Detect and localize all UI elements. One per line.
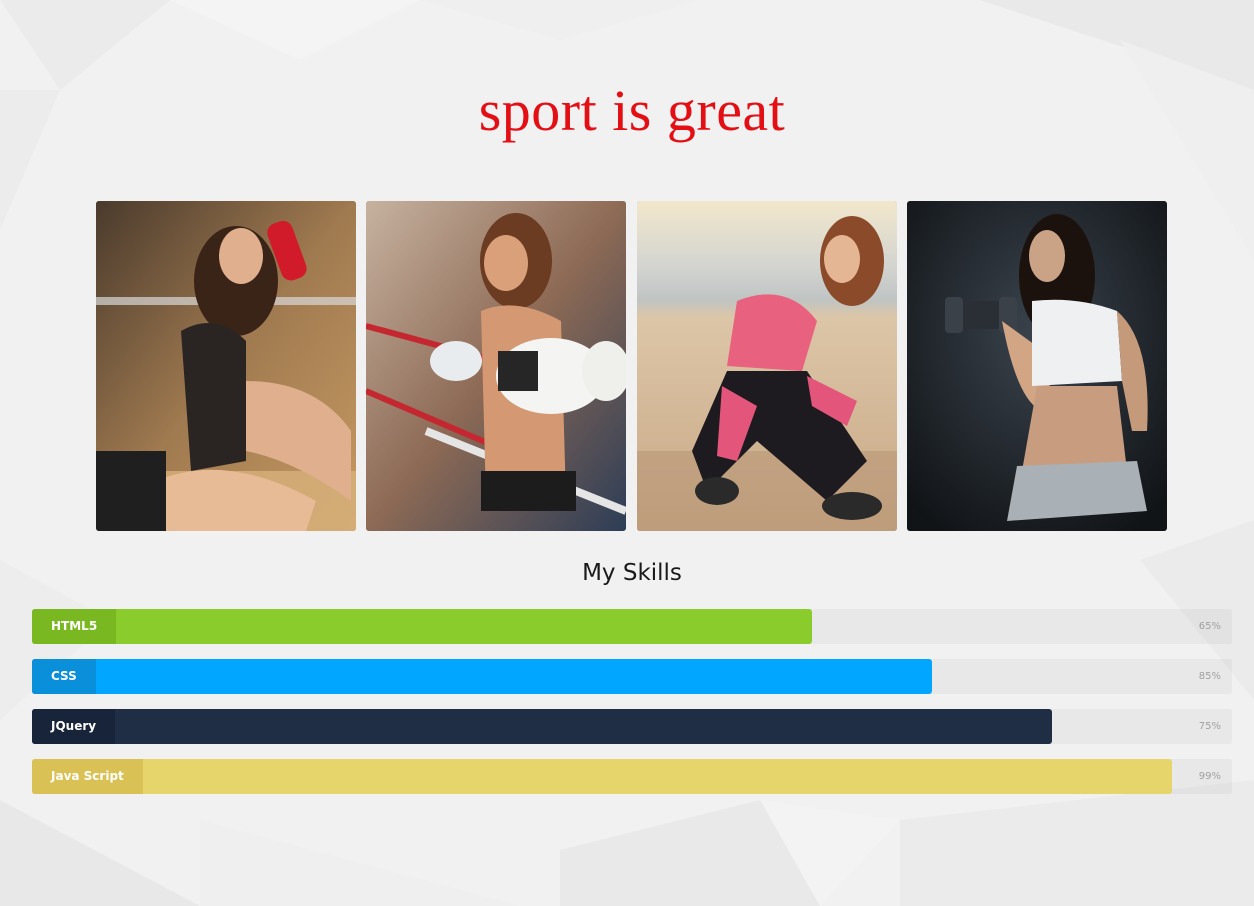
woman-lifting-dumbbell-photo[interactable] <box>907 201 1167 531</box>
page: sport is great My Skills HTML5 65% CSS 8… <box>0 0 1254 906</box>
woman-crouching-on-beach-photo[interactable] <box>637 201 897 531</box>
site-title: sport is great <box>478 78 786 143</box>
skill-bar-label: Java Script <box>32 759 143 794</box>
skill-bar-fill <box>32 759 1172 794</box>
skill-bar-jquery: JQuery 75% <box>32 709 1232 744</box>
skill-bar-label: CSS <box>32 659 96 694</box>
skill-bar-percent: 99% <box>1198 771 1221 782</box>
skill-bar-fill <box>32 709 1052 744</box>
skill-bar-label: HTML5 <box>32 609 117 644</box>
skill-bar-label: JQuery <box>32 709 116 744</box>
skill-bar-fill <box>32 609 812 644</box>
skill-bar-javascript: Java Script 99% <box>32 759 1232 794</box>
photo-gallery <box>96 201 1168 531</box>
skill-bar-percent: 65% <box>1198 621 1221 632</box>
skill-bar-fill <box>32 659 932 694</box>
skill-bar-html5: HTML5 65% <box>32 609 1232 644</box>
skill-bar-css: CSS 85% <box>32 659 1232 694</box>
skill-bar-percent: 75% <box>1198 721 1221 732</box>
woman-with-red-boxing-wrap-photo[interactable] <box>96 201 356 531</box>
woman-with-boxing-gloves-photo[interactable] <box>366 201 626 531</box>
skills-section-title: My Skills <box>582 560 682 586</box>
skill-bar-percent: 85% <box>1198 671 1221 682</box>
